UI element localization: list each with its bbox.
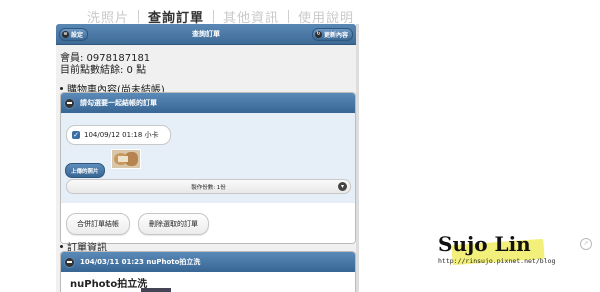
cart-body: ✓ 104/09/12 01:18 小卡 上傳的照片 製作份數: 1份 ▾: [61, 113, 355, 203]
bullet-icon: [60, 245, 63, 248]
points-balance: 目前點數結餘: 0 點: [60, 65, 147, 76]
order-section-title: 104/03/11 01:23 nuPhoto拍立洗: [80, 258, 201, 266]
share-icon[interactable]: ↗: [580, 238, 592, 250]
order-checkbox[interactable]: ✓ 104/09/12 01:18 小卡: [66, 125, 171, 145]
order-checkbox-label: 104/09/12 01:18 小卡: [84, 131, 159, 139]
scrollbar[interactable]: [356, 24, 359, 292]
cart-actions: 合併訂單結帳 刪除選取的訂單: [61, 203, 355, 243]
checkbox-check-icon: ✓: [72, 131, 80, 139]
menu-icon: ≡: [62, 31, 69, 38]
refresh-button[interactable]: ↻ 更新內容: [311, 28, 353, 41]
cart-section-title: 請勾選要一起結帳的訂單: [80, 99, 157, 107]
member-info: 會員: 0978187181 目前點數結餘: 0 點: [60, 53, 150, 77]
top-tab-bar: 洗照片 查詢訂單 其他資訊 使用說明: [78, 6, 363, 26]
member-phone: 會員: 0978187181: [60, 53, 151, 64]
bullet-icon: [60, 87, 63, 90]
tab-other-info[interactable]: 其他資訊: [214, 7, 288, 26]
uploaded-photos-button[interactable]: 上傳的照片: [65, 163, 105, 178]
tab-query-orders[interactable]: 查詢訂單: [139, 7, 213, 26]
delete-selected-button[interactable]: 刪除選取的訂單: [138, 213, 209, 235]
page-title: 查詢訂單: [192, 30, 220, 38]
refresh-button-label: 更新內容: [323, 32, 348, 39]
uploaded-photo-thumbnail[interactable]: [111, 149, 141, 169]
tab-usage-guide[interactable]: 使用說明: [289, 7, 363, 26]
collapse-minus-icon: [64, 97, 75, 109]
cart-collapsible-header[interactable]: 請勾選要一起結帳的訂單: [61, 93, 355, 113]
settings-button[interactable]: ≡ 設定: [59, 28, 89, 41]
cart-collapsible: 請勾選要一起結帳的訂單 ✓ 104/09/12 01:18 小卡 上傳的照片 製…: [60, 92, 356, 244]
mobile-panel: ≡ 設定 查詢訂單 ↻ 更新內容 會員: 0978187181 目前點數結餘: …: [56, 24, 356, 292]
refresh-icon: ↻: [314, 31, 322, 38]
watermark: Sujo Lin http://rinsujo.pixnet.net/blog: [432, 232, 555, 274]
app-header: ≡ 設定 查詢訂單 ↻ 更新內容: [56, 24, 356, 45]
watermark-name: Sujo Lin: [438, 232, 531, 256]
settings-button-label: 設定: [71, 32, 84, 39]
merge-checkout-button[interactable]: 合併訂單結帳: [66, 213, 130, 235]
order-collapsible: 104/03/11 01:23 nuPhoto拍立洗 nuPhoto拍立洗: [60, 251, 356, 292]
copies-select-value: 製作份數: 1份: [191, 184, 226, 191]
copies-select[interactable]: 製作份數: 1份 ▾: [66, 179, 351, 194]
collapse-minus-icon: [64, 256, 75, 268]
tab-wash-photos[interactable]: 洗照片: [78, 7, 138, 26]
chevron-down-icon: ▾: [338, 182, 347, 191]
product-title: nuPhoto拍立洗: [70, 279, 148, 290]
product-image: [141, 288, 171, 292]
watermark-url: http://rinsujo.pixnet.net/blog: [438, 257, 556, 265]
order-collapsible-header[interactable]: 104/03/11 01:23 nuPhoto拍立洗: [61, 252, 355, 272]
